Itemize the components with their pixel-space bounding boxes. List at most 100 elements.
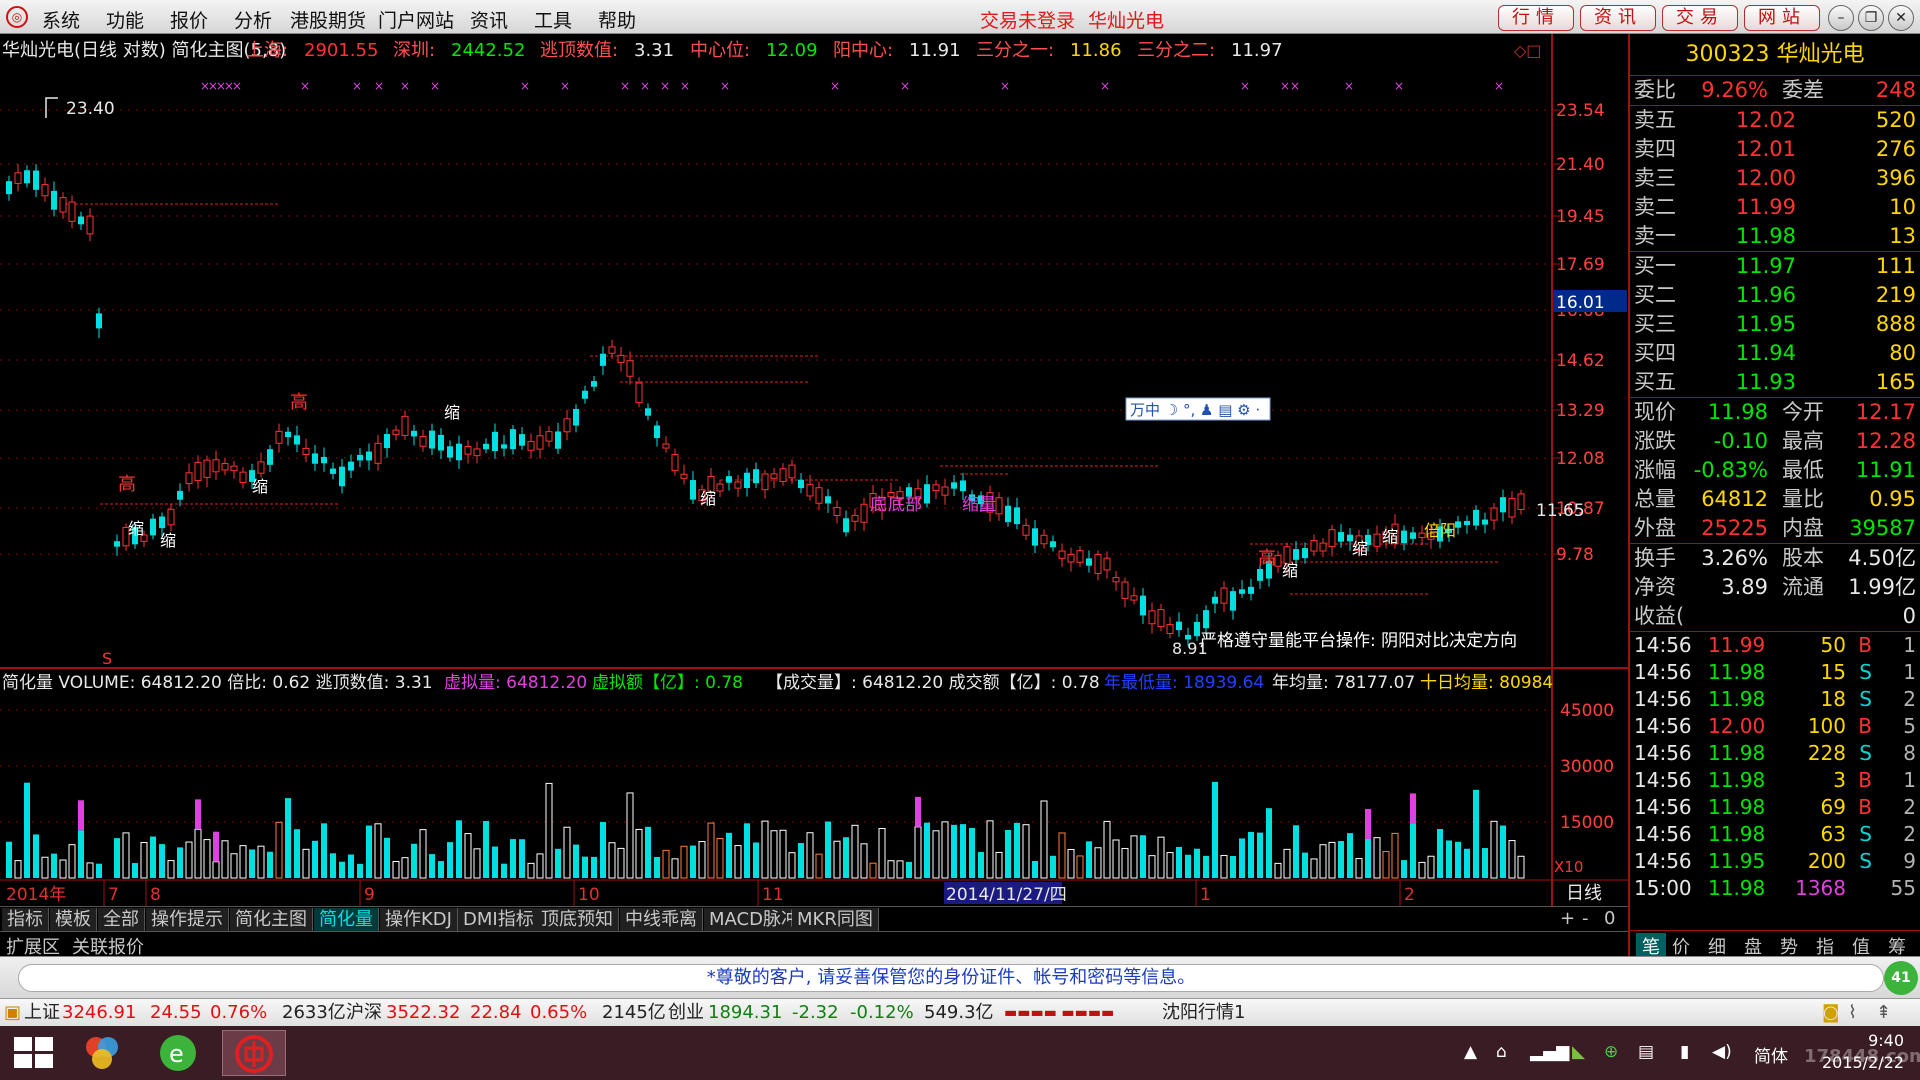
indicator-tab-6[interactable]: 操作KDJ — [380, 908, 458, 931]
sell-level-5[interactable]: 卖五 12.02 520 — [1630, 106, 1920, 135]
volume-bar — [1148, 855, 1156, 879]
taskbar-app-browser-icon[interactable]: e — [146, 1030, 210, 1076]
lock-status-icon[interactable]: ◙ — [1822, 999, 1839, 1027]
sell-level-1-volume: 13 — [1889, 224, 1916, 248]
kline-chart-area[interactable]: × × × × × × × × × × × × × × × × × × × × × × × × × × × 华灿光电(日线 对数) … — [0, 34, 1628, 906]
buy-level-3-price: 11.95 — [1735, 312, 1796, 336]
menu-portal[interactable]: 门户网站 — [378, 6, 454, 33]
sell-level-1[interactable]: 卖一 11.98 13 — [1630, 222, 1920, 251]
signal-marker: × — [560, 79, 570, 93]
server-name[interactable]: 沈阳行情1 — [1162, 999, 1245, 1027]
tick-row: 14:56 11.98 63 S 2 — [1630, 821, 1920, 848]
buy-level-3[interactable]: 买三 11.95 888 — [1630, 310, 1920, 339]
indicator-tab-9[interactable]: 中线乖离 — [620, 908, 703, 931]
menu-tools[interactable]: 工具 — [534, 6, 572, 33]
menu-function[interactable]: 功能 — [106, 6, 144, 33]
volume-bar — [726, 832, 732, 878]
price-axis: 23.5421.4019.4517.6916.0814.6213.2912.08… — [1556, 101, 1605, 565]
os-taskbar: e ▲ ⌂ ▂▄▆ ◣ ⊕ ▤ ▮ ◀) 简体 9:40 2015/2/22 1… — [0, 1026, 1920, 1080]
nav-button-trade[interactable]: 交易 — [1662, 5, 1738, 31]
period-label[interactable]: 日线 — [1566, 883, 1602, 904]
scroll-top-icon[interactable]: ⇞ — [1876, 999, 1891, 1027]
tray-nvidia-icon[interactable]: ◣ — [1572, 1042, 1585, 1062]
tray-expand-icon[interactable]: ▲ — [1464, 1042, 1477, 1062]
volume-bar — [798, 843, 804, 878]
sell-level-4[interactable]: 卖四 12.01 276 — [1630, 135, 1920, 164]
sell-level-3-volume: 396 — [1875, 166, 1916, 190]
tick-volume: 63 — [1820, 822, 1846, 846]
buy-level-5[interactable]: 买五 11.93 165 — [1630, 368, 1920, 397]
indicator-tab-11[interactable]: MKR同图 — [792, 908, 879, 931]
candle-body — [662, 443, 670, 449]
nav-button-news[interactable]: 资讯 — [1580, 5, 1656, 31]
lock-icon[interactable]: ▣ — [4, 999, 21, 1027]
indicator-tab-10[interactable]: MACD脉冲 — [704, 908, 805, 931]
indicator-tab-4[interactable]: 简化主图 — [230, 908, 313, 931]
index-sh-label[interactable]: 上证 — [24, 999, 60, 1027]
zoom-out-button[interactable]: - — [1582, 908, 1589, 929]
indicator-tab-bar: 指标 模板 全部 操作提示 简化主图 简化量 操作KDJ DMI指标 顶底预知 中线乖离 MACD脉… — [0, 906, 1628, 931]
kline-chart[interactable]: ××××× × × × × × × × × × × × × × × × × × × × × × × 华灿光电(日线 对数) … — [0, 34, 1628, 906]
nav-button-website[interactable]: 网站 — [1744, 5, 1820, 31]
menu-analysis[interactable]: 分析 — [234, 6, 272, 33]
indicator-tab-8[interactable]: 顶底预知 — [536, 908, 619, 931]
tray-signal-icon[interactable]: ▂▄▆ — [1530, 1042, 1569, 1062]
taskbar-app-trading-icon[interactable] — [222, 1030, 286, 1076]
indicator-tab-3[interactable]: 操作提示 — [146, 908, 229, 931]
zoom-in-button[interactable]: + — [1560, 908, 1575, 929]
buy-level-2[interactable]: 买二 11.96 219 — [1630, 281, 1920, 310]
volume-bar — [267, 851, 273, 878]
menu-help[interactable]: 帮助 — [598, 6, 636, 33]
indicator-tab-5[interactable]: 简化量 — [314, 908, 379, 931]
volume-bar — [392, 861, 400, 879]
sell-level-3[interactable]: 卖三 12.00 396 — [1630, 164, 1920, 193]
tray-ime-label[interactable]: 简体 — [1754, 1042, 1788, 1067]
menu-news[interactable]: 资讯 — [470, 6, 508, 33]
marker-s: S — [102, 649, 112, 668]
tray-volume-icon[interactable]: ◀) — [1712, 1042, 1732, 1062]
info-item-label-0: 上海: — [246, 40, 288, 61]
candle-body — [1022, 524, 1030, 536]
restore-icon[interactable]: ❐ — [1858, 5, 1884, 31]
close-icon[interactable]: ✕ — [1888, 5, 1914, 31]
signal-marker: × — [1344, 79, 1354, 93]
volume-bar — [1347, 833, 1353, 878]
menu-system[interactable]: 系统 — [42, 6, 80, 33]
minimize-icon[interactable]: – — [1828, 5, 1854, 31]
index-hs-label[interactable]: 沪深 — [346, 999, 382, 1027]
indicator-tab-7[interactable]: DMI指标 — [458, 908, 540, 931]
notification-badge[interactable]: 41 — [1884, 961, 1918, 995]
menu-hk-futures[interactable]: 港股期货 — [290, 6, 366, 33]
indicator-tab-1[interactable]: 模板 — [50, 908, 97, 931]
volume-bar — [24, 782, 30, 878]
taskbar-app-photo-icon[interactable] — [70, 1030, 134, 1076]
volume-bar — [194, 828, 202, 879]
tray-battery-icon[interactable]: ▮ — [1680, 1042, 1689, 1062]
tick-list[interactable]: 14:56 11.99 50 B 1 14:56 11.98 15 S 1 14:56 11.98 18… — [1630, 632, 1920, 902]
chart-toggle-icon[interactable]: ◇□ — [1514, 41, 1541, 60]
login-status[interactable]: 交易未登录 — [980, 6, 1075, 33]
tray-network-icon[interactable]: ⌂ — [1496, 1042, 1507, 1062]
info-item-label-4: 阳中心: — [833, 40, 893, 61]
indicator-tab-2[interactable]: 全部 — [98, 908, 145, 931]
volume-bar — [626, 792, 634, 879]
candle-body — [51, 190, 57, 210]
index-cy-label[interactable]: 创业 — [668, 999, 704, 1027]
tray-keyboard-icon[interactable]: ▤ — [1638, 1042, 1654, 1062]
menu-quote[interactable]: 报价 — [170, 6, 208, 33]
stats-row: 现价 11.98 今开 12.17 — [1630, 398, 1920, 427]
indicator-tab-0[interactable]: 指标 — [2, 908, 49, 931]
stats2-label: 换手 — [1634, 546, 1676, 570]
stats-value: -0.83% — [1693, 458, 1768, 482]
stats-row: 总量 64812 量比 0.95 — [1630, 485, 1920, 514]
info-item-label-6: 三分之二: — [1137, 40, 1215, 61]
tray-add-icon[interactable]: ⊕ — [1604, 1042, 1618, 1062]
buy-level-4[interactable]: 买四 11.94 80 — [1630, 339, 1920, 368]
sell-level-2[interactable]: 卖二 11.99 10 — [1630, 193, 1920, 222]
buy-level-1[interactable]: 买一 11.97 111 — [1630, 252, 1920, 281]
stats-value-2: 0.95 — [1869, 487, 1916, 511]
windows-start-icon[interactable] — [14, 1037, 54, 1069]
zoom-reset-button[interactable]: 0 — [1604, 908, 1615, 929]
ime-toolbar[interactable]: 万中 ☽ °, ♟ ▤ ⚙ · — [1130, 401, 1260, 419]
nav-button-quotes[interactable]: 行情 — [1498, 5, 1574, 31]
